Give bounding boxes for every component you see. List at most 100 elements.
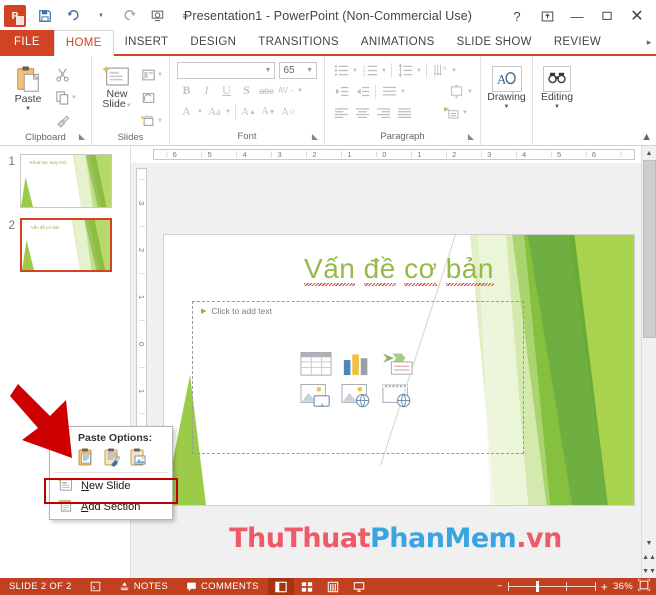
scrollbar-thumb[interactable] (642, 160, 656, 338)
slideshow-view-button[interactable] (346, 578, 372, 595)
previous-slide-button[interactable]: ▲▲ (641, 550, 656, 564)
slide-thumbnail-2[interactable]: Vấn đề cơ bản (20, 218, 112, 272)
zoom-out-button[interactable]: − (497, 581, 503, 592)
reading-view-button[interactable] (320, 578, 346, 595)
paste-button[interactable]: Paste ▼ (3, 61, 53, 113)
copy-dropdown-caret-icon[interactable]: ▼ (71, 95, 78, 101)
editing-dropdown-caret-icon[interactable]: ▼ (554, 103, 560, 111)
paragraph-dialog-launcher[interactable]: ◣ (468, 130, 474, 144)
insert-video-icon[interactable] (382, 383, 416, 409)
tab-review[interactable]: REVIEW (543, 30, 612, 54)
convert-to-smartart-button[interactable] (441, 103, 461, 122)
horizontal-ruler[interactable]: | 6 | 5 | 4 | 3 | 2 | 1 | 0 | 1 | 2 | 3 | 4 | 5 | 6 | (131, 146, 641, 163)
character-spacing-caret-icon[interactable]: ▼ (297, 88, 304, 94)
drawing-button[interactable]: A Drawing ▼ (484, 61, 529, 111)
cut-button[interactable] (53, 64, 80, 85)
layout-dropdown-caret-icon[interactable]: ▼ (157, 72, 164, 78)
tab-slide-show[interactable]: SLIDE SHOW (446, 30, 543, 54)
change-case-button[interactable]: Aa (205, 102, 224, 121)
zoom-slider[interactable] (507, 581, 596, 592)
help-button[interactable]: ? (502, 3, 532, 29)
reset-slide-button[interactable] (139, 87, 166, 108)
insert-picture-icon[interactable] (300, 383, 334, 409)
bullets-caret-icon[interactable]: ▼ (352, 68, 359, 74)
tab-insert[interactable]: INSERT (114, 30, 180, 54)
tab-overflow-arrow-icon[interactable]: ▸ (642, 30, 656, 54)
layout-button[interactable]: ▼ (139, 64, 166, 85)
comments-button[interactable]: COMMENTS (177, 578, 268, 595)
font-name-combobox[interactable]: ▼ (177, 62, 276, 79)
notes-button[interactable]: NOTES (110, 578, 177, 595)
font-dialog-launcher[interactable]: ◣ (312, 130, 318, 144)
convert-to-smartart-caret-icon[interactable]: ▼ (462, 110, 469, 116)
change-case-caret-icon[interactable]: ▼ (225, 109, 232, 115)
insert-online-picture-icon[interactable] (341, 383, 375, 409)
font-name-caret-icon[interactable]: ▼ (265, 67, 272, 74)
tab-home[interactable]: HOME (53, 30, 114, 56)
text-direction-button[interactable]: A (430, 61, 450, 80)
decrease-font-size-button[interactable]: A ▼ (259, 102, 278, 121)
minimize-button[interactable]: — (562, 3, 592, 29)
increase-font-size-button[interactable]: A ▲ (239, 102, 258, 121)
content-placeholder[interactable]: ▶ Click to add text (192, 301, 524, 454)
line-spacing-caret-icon[interactable]: ▼ (416, 68, 423, 74)
slide-canvas[interactable]: Vấn đề cơ bản ▶ Click to add text (163, 234, 635, 506)
text-shadow-button[interactable]: S (237, 81, 256, 100)
numbering-button[interactable]: 123 (360, 61, 380, 80)
character-spacing-button[interactable]: AV ↔ (277, 81, 296, 100)
normal-view-button[interactable] (267, 578, 294, 595)
thumbnail-row-1[interactable]: 1 Khoa học máy tính (0, 154, 130, 218)
new-slide-button[interactable]: New Slide▼ (95, 61, 139, 111)
font-color-caret-icon[interactable]: ▼ (197, 109, 204, 115)
section-button[interactable]: ▼ (139, 110, 166, 131)
thumbnail-row-2[interactable]: 2 Vấn đề cơ bản (0, 218, 130, 282)
next-slide-button[interactable]: ▼▼ (641, 564, 656, 578)
drawing-dropdown-caret-icon[interactable]: ▼ (504, 103, 510, 111)
insert-table-icon[interactable] (300, 351, 334, 377)
vertical-scrollbar[interactable]: ▲ ▼ ▲▲ ▼▼ (641, 146, 656, 578)
line-spacing-button[interactable] (395, 61, 415, 80)
new-slide-dropdown-caret-icon[interactable]: ▼ (126, 103, 132, 109)
slide-title[interactable]: Vấn đề cơ bản (164, 253, 634, 286)
justify-button[interactable] (394, 103, 414, 122)
horizontal-ruler-track[interactable]: | 6 | 5 | 4 | 3 | 2 | 1 | 0 | 1 | 2 | 3 | 4 | 5 | 6 | (153, 149, 635, 160)
columns-button[interactable] (379, 82, 399, 101)
align-text-caret-icon[interactable]: ▼ (467, 89, 474, 95)
slide-counter[interactable]: SLIDE 2 OF 2 (0, 578, 81, 595)
insert-chart-icon[interactable] (341, 351, 375, 377)
bullets-button[interactable] (331, 61, 351, 80)
spellcheck-icon[interactable]: x (81, 578, 110, 595)
section-dropdown-caret-icon[interactable]: ▼ (157, 118, 164, 124)
slide-sorter-view-button[interactable] (294, 578, 320, 595)
collapse-ribbon-button[interactable]: ▲ (641, 131, 652, 143)
tab-design[interactable]: DESIGN (179, 30, 247, 54)
align-right-button[interactable] (373, 103, 393, 122)
align-left-button[interactable] (331, 103, 351, 122)
tab-file[interactable]: FILE (0, 30, 54, 54)
numbering-caret-icon[interactable]: ▼ (381, 68, 388, 74)
align-center-button[interactable] (352, 103, 372, 122)
scroll-down-button[interactable]: ▼ (641, 536, 656, 550)
close-button[interactable]: ✕ (622, 3, 652, 29)
bold-button[interactable]: B (177, 81, 196, 100)
zoom-in-button[interactable]: + (601, 580, 608, 594)
font-color-button[interactable]: A (177, 102, 196, 121)
clipboard-dialog-launcher[interactable]: ◣ (79, 130, 85, 144)
paste-dropdown-caret-icon[interactable]: ▼ (25, 105, 31, 113)
strikethrough-button[interactable]: abc (257, 81, 276, 100)
insert-smartart-icon[interactable] (382, 351, 416, 377)
zoom-slider-handle[interactable] (535, 581, 539, 592)
copy-button[interactable]: ▼ (53, 87, 80, 108)
ribbon-display-options-button[interactable] (532, 3, 562, 29)
italic-button[interactable]: I (197, 81, 216, 100)
font-size-caret-icon[interactable]: ▼ (306, 67, 313, 74)
slide-thumbnail-1[interactable]: Khoa học máy tính (20, 154, 112, 208)
editing-button[interactable]: Editing ▼ (536, 61, 578, 111)
text-direction-caret-icon[interactable]: ▼ (451, 68, 458, 74)
format-painter-button[interactable] (53, 110, 80, 131)
tab-animations[interactable]: ANIMATIONS (350, 30, 446, 54)
columns-caret-icon[interactable]: ▼ (400, 89, 407, 95)
increase-indent-button[interactable] (352, 82, 372, 101)
fit-to-window-button[interactable] (637, 578, 651, 594)
maximize-button[interactable] (592, 3, 622, 29)
